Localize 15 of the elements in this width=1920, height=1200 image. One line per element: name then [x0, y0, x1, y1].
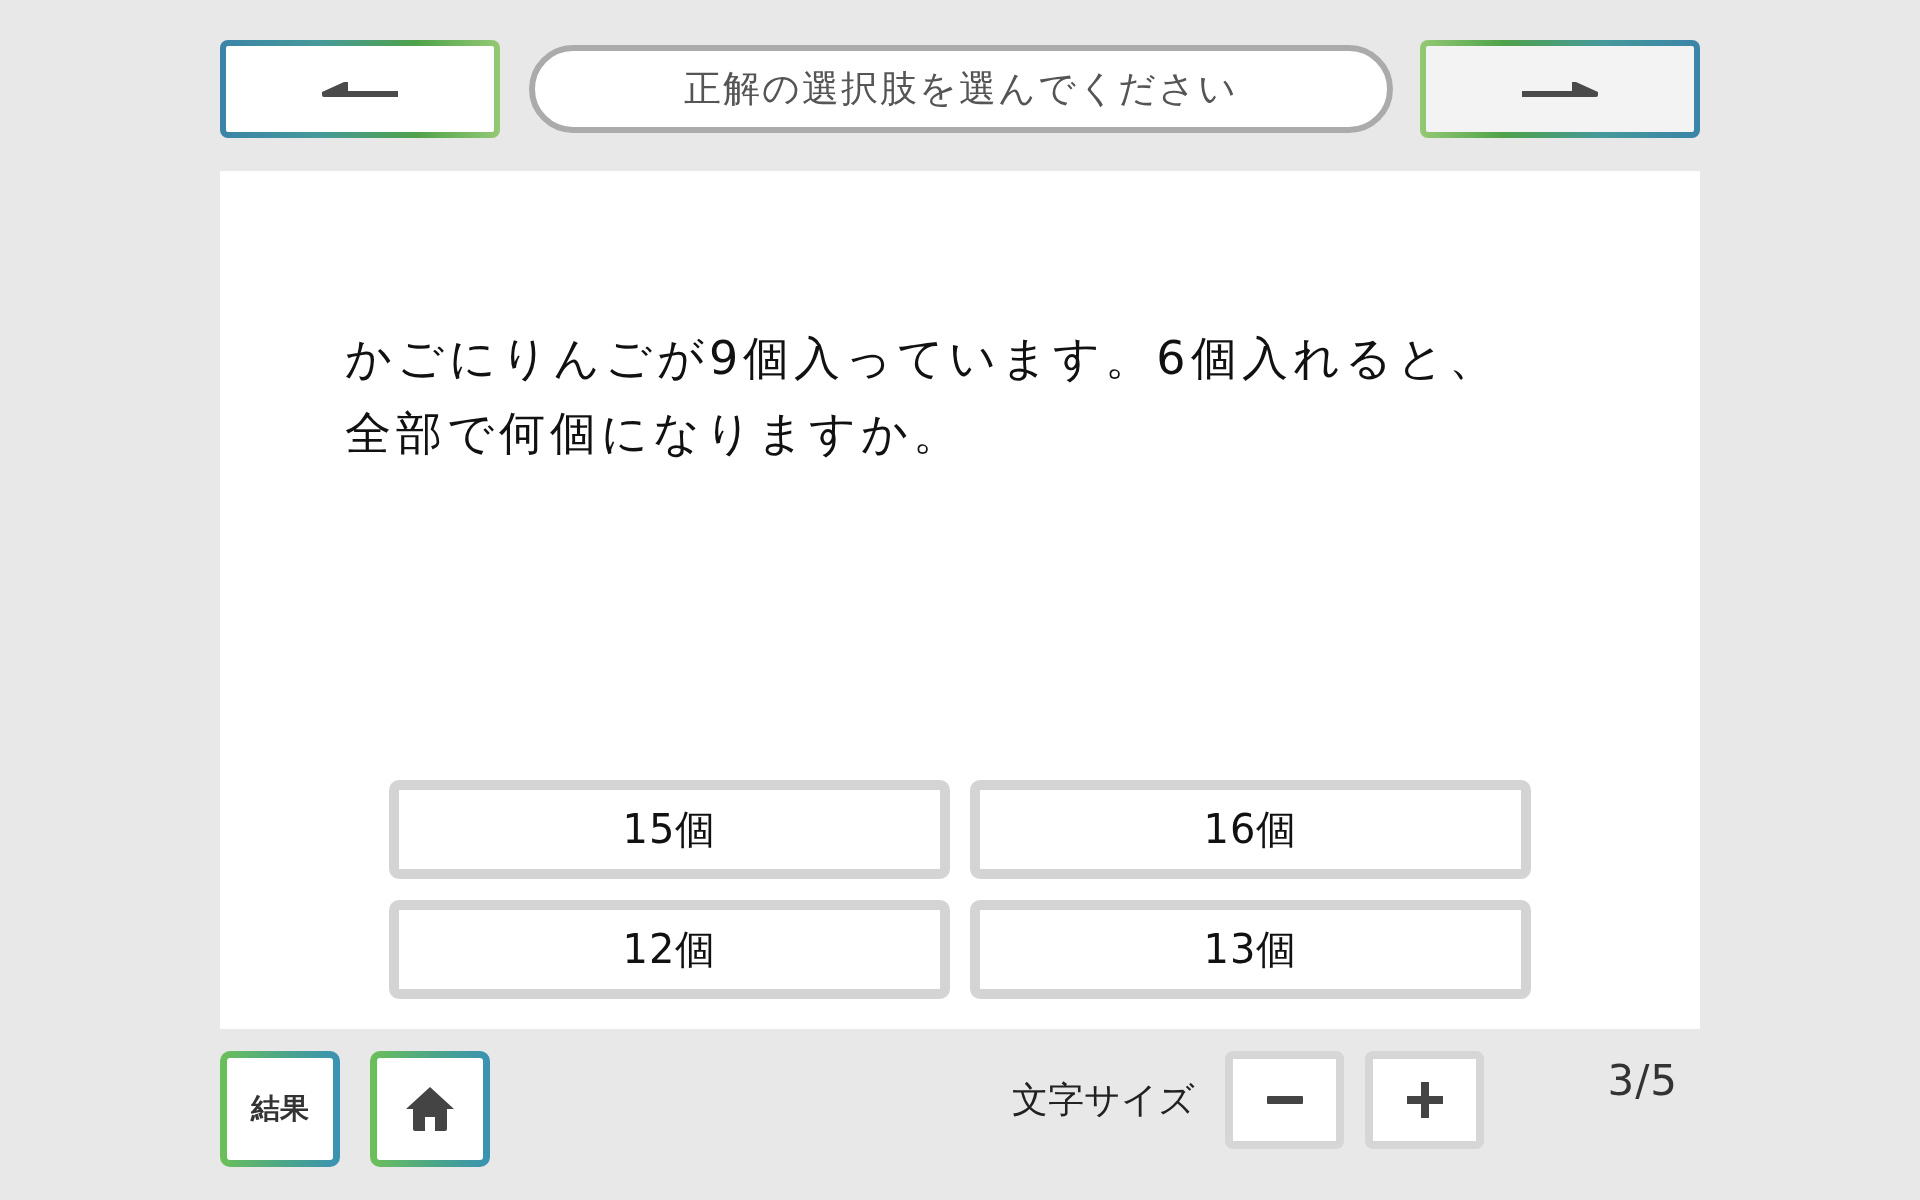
decrease-font-button[interactable] — [1225, 1051, 1345, 1149]
instruction-text: 正解の選択肢を選んでください — [684, 66, 1238, 112]
minus-icon — [1266, 1096, 1303, 1104]
answer-choice[interactable]: 12個 — [389, 900, 950, 999]
increase-font-button[interactable] — [1365, 1051, 1485, 1149]
font-size-label: 文字サイズ — [1012, 1077, 1196, 1122]
left-arrow-icon — [321, 81, 398, 97]
answer-choice[interactable]: 16個 — [970, 780, 1531, 879]
answer-choice[interactable]: 13個 — [970, 900, 1531, 999]
home-icon — [406, 1087, 454, 1131]
page-counter: 3/5 — [1607, 1057, 1678, 1105]
plus-icon — [1406, 1082, 1443, 1118]
answer-choice[interactable]: 15個 — [389, 780, 950, 879]
question-text: かごにりんごが9個入っています。6個入れると、全部で何個になりますか。 — [345, 330, 1501, 462]
right-arrow-icon — [1522, 81, 1599, 97]
